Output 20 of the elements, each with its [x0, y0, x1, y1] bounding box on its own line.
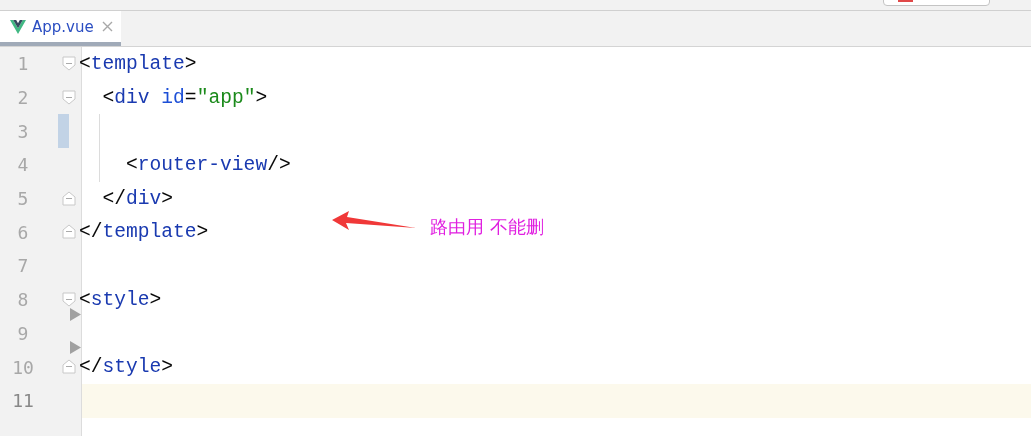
code-line: <div id="app"> [101, 86, 268, 109]
line-number: 3 [16, 120, 30, 142]
line-number: 2 [16, 87, 30, 109]
file-tab[interactable]: App.vue [0, 11, 121, 46]
line-number: 5 [16, 188, 30, 210]
line-number: 10 [11, 356, 35, 378]
line-number: 4 [16, 154, 30, 176]
line-number: 8 [16, 289, 30, 311]
line-number: 7 [16, 255, 30, 277]
code-line: </style> [79, 356, 174, 379]
code-line: </div> [101, 187, 174, 210]
line-number: 1 [16, 53, 30, 75]
code-line: <template> [79, 52, 197, 75]
annotation-note: 路由用 不能删 [430, 215, 544, 239]
line-number: 11 [11, 390, 35, 412]
code-line: <style> [79, 288, 162, 311]
code-line: <router-view/> [125, 153, 291, 176]
code-line: </template> [79, 221, 209, 244]
line-number: 9 [16, 322, 30, 344]
line-number: 6 [16, 221, 30, 243]
